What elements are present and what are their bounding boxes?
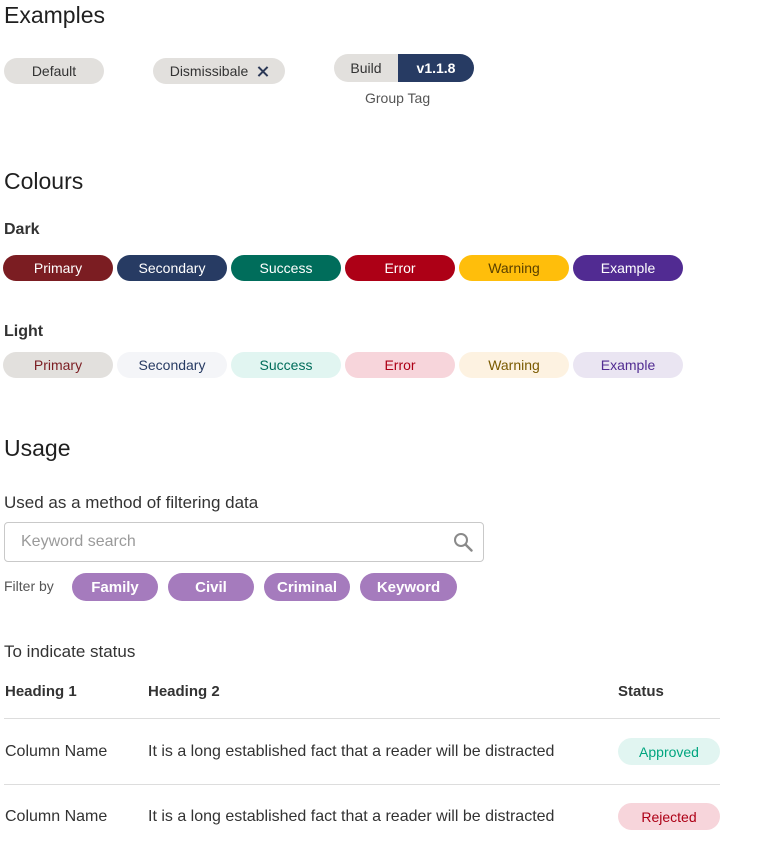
default-tag: Default: [4, 58, 104, 84]
light-pill-label: Example: [600, 357, 656, 373]
dark-pill-label: Error: [384, 260, 416, 276]
dark-pill-secondary: Secondary: [117, 255, 227, 281]
dark-heading: Dark: [4, 221, 40, 238]
light-pill-label: Primary: [33, 357, 83, 373]
light-pill-label: Error: [384, 357, 416, 373]
dismissible-tag-label: Dismissibale: [169, 63, 249, 79]
filter-chip-criminal[interactable]: Criminal: [264, 573, 350, 601]
table-divider: [4, 784, 720, 785]
table-cell-col2: It is a long established fact that a rea…: [148, 808, 555, 825]
search-icon[interactable]: [453, 532, 473, 552]
dark-pill-warning: Warning: [459, 255, 569, 281]
dark-pill-success: Success: [231, 255, 341, 281]
light-pill-label: Secondary: [138, 357, 206, 373]
status-badge-rejected: Rejected: [618, 803, 720, 830]
search-input[interactable]: [5, 523, 441, 561]
dark-pill-label: Secondary: [138, 260, 206, 276]
status-badge-approved: Approved: [618, 738, 720, 765]
table-cell-col2: It is a long established fact that a rea…: [148, 743, 555, 760]
dismissible-tag: Dismissibale: [153, 58, 285, 84]
dark-pill-primary: Primary: [3, 255, 113, 281]
light-pill-example: Example: [573, 352, 683, 378]
table-header-1: Heading 1: [5, 683, 77, 700]
colours-heading: Colours: [4, 168, 84, 194]
examples-heading: Examples: [4, 2, 105, 28]
light-pill-label: Warning: [488, 357, 540, 373]
search-box: [4, 522, 484, 562]
filter-description: Used as a method of filtering data: [4, 493, 259, 512]
light-heading: Light: [4, 323, 44, 340]
filter-by-label: Filter by: [4, 578, 54, 594]
filter-chip-keyword[interactable]: Keyword: [360, 573, 457, 601]
dark-pill-label: Primary: [33, 260, 83, 276]
table-cell-col1: Column Name: [5, 743, 108, 760]
status-description: To indicate status: [4, 642, 136, 661]
dark-pill-label: Success: [259, 260, 313, 276]
group-tag-left: Build: [334, 54, 398, 82]
light-pill-label: Success: [259, 357, 313, 373]
group-tag: Build v1.1.8: [334, 54, 474, 82]
dark-pill-label: Warning: [488, 260, 540, 276]
table-header-status: Status: [618, 683, 664, 700]
light-pill-error: Error: [345, 352, 455, 378]
usage-heading: Usage: [4, 435, 71, 461]
default-tag-label: Default: [31, 63, 77, 79]
dark-pill-label: Example: [600, 260, 656, 276]
table-divider: [4, 718, 720, 719]
group-tag-right: v1.1.8: [398, 54, 474, 82]
light-pill-warning: Warning: [459, 352, 569, 378]
dark-pill-example: Example: [573, 255, 683, 281]
light-pill-primary: Primary: [3, 352, 113, 378]
light-pill-success: Success: [231, 352, 341, 378]
close-icon[interactable]: [257, 66, 268, 77]
dark-pill-error: Error: [345, 255, 455, 281]
filter-chip-family[interactable]: Family: [72, 573, 158, 601]
table-cell-col1: Column Name: [5, 808, 108, 825]
light-pill-secondary: Secondary: [117, 352, 227, 378]
group-tag-caption: Group Tag: [365, 90, 431, 106]
table-header-2: Heading 2: [148, 683, 220, 700]
filter-chip-civil[interactable]: Civil: [168, 573, 254, 601]
